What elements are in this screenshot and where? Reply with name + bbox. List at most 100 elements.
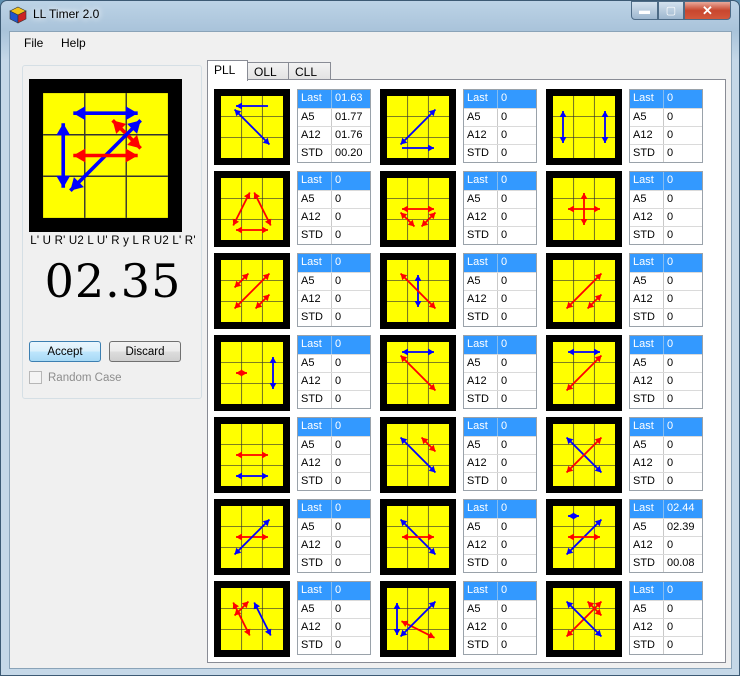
pll-case-diagram[interactable]: [546, 89, 622, 165]
stat-row[interactable]: Last 0: [298, 254, 370, 272]
pll-case-diagram[interactable]: [546, 171, 622, 247]
stat-row[interactable]: A5 0: [464, 272, 536, 290]
stat-row[interactable]: Last 0: [464, 90, 536, 108]
case-stats-table[interactable]: Last 0 A5 0 A12 0 STD 0: [297, 417, 371, 491]
stat-row[interactable]: STD 0: [298, 226, 370, 244]
stat-row[interactable]: A12 01.76: [298, 126, 370, 144]
stat-row[interactable]: A5 0: [630, 354, 702, 372]
menu-file[interactable]: File: [24, 36, 43, 50]
stat-row[interactable]: A5 0: [464, 108, 536, 126]
case-stats-table[interactable]: Last 0 A5 0 A12 0 STD 0: [297, 581, 371, 655]
pll-case-cell[interactable]: Last 0 A5 0 A12 0 STD 0: [380, 253, 540, 329]
pll-case-cell[interactable]: Last 0 A5 0 A12 0 STD 0: [546, 171, 706, 247]
stat-row[interactable]: A12 0: [630, 290, 702, 308]
pll-case-cell[interactable]: Last 0 A5 0 A12 0 STD 0: [380, 499, 540, 575]
stat-row[interactable]: A12 0: [464, 208, 536, 226]
stat-row[interactable]: A5 0: [630, 190, 702, 208]
stat-row[interactable]: Last 0: [464, 582, 536, 600]
stat-row[interactable]: A12 0: [298, 372, 370, 390]
pll-case-diagram[interactable]: [546, 499, 622, 575]
pll-case-diagram[interactable]: [380, 417, 456, 493]
pll-case-cell[interactable]: Last 0 A5 0 A12 0 STD 0: [546, 581, 706, 657]
maximize-button[interactable]: ▢: [658, 1, 684, 20]
stat-row[interactable]: STD 0: [630, 226, 702, 244]
case-stats-table[interactable]: Last 0 A5 0 A12 0 STD 0: [297, 499, 371, 573]
stat-row[interactable]: Last 0: [298, 500, 370, 518]
stat-row[interactable]: A5 0: [464, 354, 536, 372]
stat-row[interactable]: A12 0: [630, 208, 702, 226]
stat-row[interactable]: STD 0: [464, 636, 536, 654]
stat-row[interactable]: Last 0: [630, 418, 702, 436]
stat-row[interactable]: A5 01.77: [298, 108, 370, 126]
stat-row[interactable]: A5 0: [630, 272, 702, 290]
case-stats-table[interactable]: Last 0 A5 0 A12 0 STD 0: [463, 499, 537, 573]
stat-row[interactable]: A5 0: [298, 190, 370, 208]
case-stats-table[interactable]: Last 0 A5 0 A12 0 STD 0: [297, 253, 371, 327]
pll-case-diagram[interactable]: [546, 417, 622, 493]
stat-row[interactable]: Last 0: [464, 336, 536, 354]
pll-case-cell[interactable]: Last 0 A5 0 A12 0 STD 0: [546, 89, 706, 165]
case-stats-table[interactable]: Last 0 A5 0 A12 0 STD 0: [463, 89, 537, 163]
case-stats-table[interactable]: Last 02.44 A5 02.39 A12 0 STD 00.08: [629, 499, 703, 573]
case-stats-table[interactable]: Last 0 A5 0 A12 0 STD 0: [629, 171, 703, 245]
accept-button[interactable]: Accept: [29, 341, 101, 362]
stat-row[interactable]: A12 0: [464, 618, 536, 636]
case-stats-table[interactable]: Last 0 A5 0 A12 0 STD 0: [629, 89, 703, 163]
stat-row[interactable]: STD 0: [464, 144, 536, 162]
stat-row[interactable]: Last 0: [630, 336, 702, 354]
pll-case-cell[interactable]: Last 0 A5 0 A12 0 STD 0: [380, 335, 540, 411]
stat-row[interactable]: A5 0: [298, 272, 370, 290]
pll-case-diagram[interactable]: [214, 335, 290, 411]
stat-row[interactable]: A12 0: [630, 536, 702, 554]
stat-row[interactable]: A5 0: [630, 436, 702, 454]
stat-row[interactable]: A5 0: [464, 518, 536, 536]
pll-case-diagram[interactable]: [546, 581, 622, 657]
pll-case-diagram[interactable]: [380, 335, 456, 411]
stat-row[interactable]: STD 00.08: [630, 554, 702, 572]
minimize-button[interactable]: ▬: [631, 1, 658, 20]
stat-row[interactable]: STD 0: [464, 226, 536, 244]
pll-case-cell[interactable]: Last 0 A5 0 A12 0 STD 0: [380, 581, 540, 657]
stat-row[interactable]: Last 0: [298, 582, 370, 600]
stat-row[interactable]: Last 0: [464, 254, 536, 272]
case-stats-table[interactable]: Last 0 A5 0 A12 0 STD 0: [463, 335, 537, 409]
pll-case-cell[interactable]: Last 01.63 A5 01.77 A12 01.76 STD 00.20: [214, 89, 374, 165]
pll-case-cell[interactable]: Last 0 A5 0 A12 0 STD 0: [214, 171, 374, 247]
case-stats-table[interactable]: Last 0 A5 0 A12 0 STD 0: [463, 581, 537, 655]
stat-row[interactable]: STD 0: [630, 390, 702, 408]
stat-row[interactable]: STD 0: [298, 636, 370, 654]
stat-row[interactable]: Last 0: [464, 418, 536, 436]
stat-row[interactable]: A12 0: [464, 372, 536, 390]
stat-row[interactable]: STD 00.20: [298, 144, 370, 162]
case-stats-table[interactable]: Last 01.63 A5 01.77 A12 01.76 STD 00.20: [297, 89, 371, 163]
pll-case-diagram[interactable]: [214, 171, 290, 247]
stat-row[interactable]: A12 0: [298, 454, 370, 472]
stat-row[interactable]: Last 0: [464, 500, 536, 518]
stat-row[interactable]: STD 0: [298, 308, 370, 326]
tab-pll[interactable]: PLL: [207, 60, 248, 81]
stat-row[interactable]: Last 02.44: [630, 500, 702, 518]
stat-row[interactable]: Last 0: [298, 418, 370, 436]
stat-row[interactable]: A12 0: [298, 208, 370, 226]
stat-row[interactable]: STD 0: [630, 472, 702, 490]
case-stats-table[interactable]: Last 0 A5 0 A12 0 STD 0: [463, 171, 537, 245]
random-case-checkbox[interactable]: Random Case: [29, 371, 122, 384]
stat-row[interactable]: STD 0: [298, 472, 370, 490]
stat-row[interactable]: Last 0: [630, 172, 702, 190]
stat-row[interactable]: A5 0: [298, 518, 370, 536]
stat-row[interactable]: Last 0: [298, 172, 370, 190]
stat-row[interactable]: A5 02.39: [630, 518, 702, 536]
stat-row[interactable]: STD 0: [464, 472, 536, 490]
pll-case-diagram[interactable]: [380, 89, 456, 165]
pll-case-diagram[interactable]: [380, 581, 456, 657]
stat-row[interactable]: A12 0: [464, 454, 536, 472]
stat-row[interactable]: Last 01.63: [298, 90, 370, 108]
stat-row[interactable]: Last 0: [630, 254, 702, 272]
stat-row[interactable]: STD 0: [464, 390, 536, 408]
pll-case-cell[interactable]: Last 0 A5 0 A12 0 STD 0: [380, 89, 540, 165]
stat-row[interactable]: A5 0: [298, 354, 370, 372]
stat-row[interactable]: STD 0: [298, 554, 370, 572]
stat-row[interactable]: A12 0: [298, 536, 370, 554]
case-stats-table[interactable]: Last 0 A5 0 A12 0 STD 0: [629, 417, 703, 491]
stat-row[interactable]: Last 0: [298, 336, 370, 354]
